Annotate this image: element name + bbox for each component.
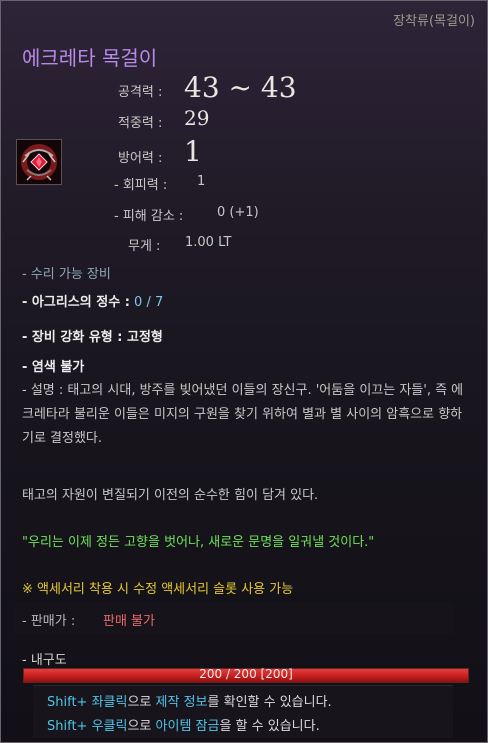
accessory-note: ※ 액세서리 착용 시 수정 액세서리 슬롯 사용 가능 bbox=[22, 582, 294, 597]
enhance-type: - 장비 강화 유형 : 고정형 bbox=[22, 330, 163, 345]
item-quote: "우리는 이제 정든 고향을 벗어나, 새로운 문명을 일궈낼 것이다." bbox=[22, 535, 375, 550]
accuracy-label: 적중력 : bbox=[118, 116, 163, 131]
attack-label: 공격력 : bbox=[118, 85, 163, 100]
hint-box: Shift+ 좌클릭으로 제작 정보를 확인할 수 있습니다. Shift+ 우… bbox=[33, 685, 453, 738]
hint-mid-2: 으로 bbox=[127, 719, 156, 734]
evasion-label: - 회피력 : bbox=[114, 178, 168, 193]
damage-reduction-label: - 피해 감소 : bbox=[114, 209, 184, 224]
necklace-icon[interactable] bbox=[16, 139, 62, 185]
essence-label: - 아그리스의 정수 : bbox=[22, 295, 130, 310]
hint-target-crafting: 제작 정보 bbox=[155, 695, 208, 710]
durability-bar: 200 / 200 [200] bbox=[23, 667, 469, 683]
price-row: - 판매가 : 판매 불가 bbox=[15, 602, 453, 634]
item-tooltip: 장착류(목걸이) 에크레타 목걸이 공격력 : 43 ~ 43 적중력 : 29… bbox=[0, 0, 488, 743]
repairable-text: - 수리 가능 장비 bbox=[22, 267, 111, 282]
hint-key-right-click: Shift+ 우클릭 bbox=[47, 719, 128, 734]
item-note: 태고의 자원이 변질되기 이전의 순수한 힘이 담겨 있다. bbox=[22, 488, 319, 503]
weight-label: 무게 : bbox=[128, 239, 161, 254]
hint-lock: Shift+ 우클릭으로 아이템 잠금을 할 수 있습니다. bbox=[47, 715, 320, 734]
hint-key-left-click: Shift+ 좌클릭 bbox=[47, 695, 128, 710]
hint-end-2: 을 할 수 있습니다. bbox=[219, 719, 320, 734]
evasion-value: 1 bbox=[197, 174, 206, 189]
attack-value: 43 ~ 43 bbox=[184, 71, 297, 104]
dye-status: - 염색 불가 bbox=[22, 360, 85, 375]
hint-target-lock: 아이템 잠금 bbox=[155, 719, 220, 734]
durability-text: 200 / 200 [200] bbox=[199, 667, 293, 681]
hint-crafting: Shift+ 좌클릭으로 제작 정보를 확인할 수 있습니다. bbox=[47, 691, 332, 710]
price-value: 판매 불가 bbox=[103, 614, 155, 629]
durability-label: - 내구도 bbox=[22, 653, 67, 668]
defense-label: 방어력 : bbox=[118, 151, 163, 166]
price-label: - 판매가 : bbox=[22, 614, 76, 629]
item-category: 장착류(목걸이) bbox=[393, 14, 475, 29]
essence-line: - 아그리스의 정수 : 0 / 7 bbox=[22, 291, 163, 310]
damage-reduction-value: 0 (+1) bbox=[217, 205, 259, 220]
weight-value: 1.00 LT bbox=[185, 235, 232, 250]
item-description: - 설명 : 태고의 시대, 방주를 빚어냈던 이들의 장신구. '어둠을 이끄… bbox=[22, 383, 464, 446]
essence-value: 0 / 7 bbox=[134, 295, 164, 310]
accuracy-value: 29 bbox=[184, 106, 210, 130]
hint-end-1: 를 확인할 수 있습니다. bbox=[207, 695, 332, 710]
item-name: 에크레타 목걸이 bbox=[22, 46, 158, 70]
defense-value: 1 bbox=[184, 135, 202, 168]
hint-mid-1: 으로 bbox=[127, 695, 156, 710]
